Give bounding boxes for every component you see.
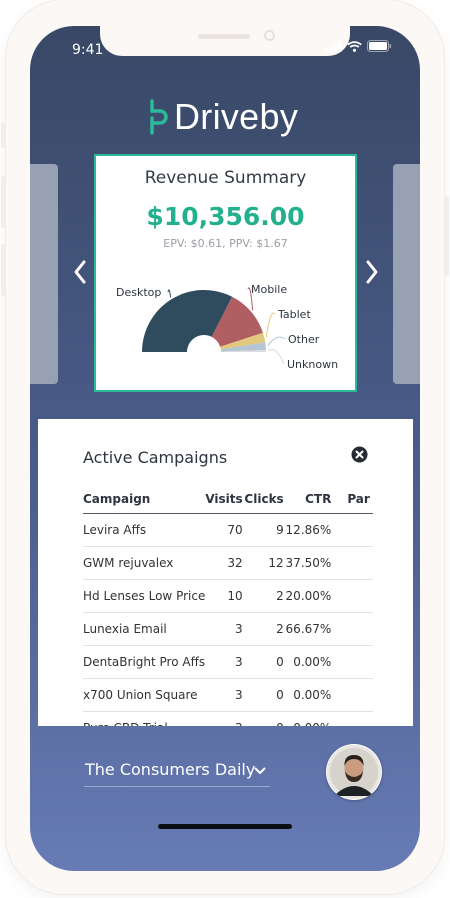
column-header-par[interactable]: Par [331, 489, 373, 514]
cell-campaign: DentaBright Pro Affs [83, 645, 206, 679]
table-row[interactable]: Levira Affs 70 9 12.86% [83, 513, 373, 547]
column-header-ctr[interactable]: CTR [283, 489, 332, 514]
cell-clicks: 12 [242, 546, 284, 580]
chevron-down-icon [254, 767, 266, 774]
side-button [1, 122, 5, 148]
cell-par [331, 513, 373, 547]
table-row[interactable]: DentaBright Pro Affs 3 0 0.00% [83, 645, 373, 679]
cell-ctr: 0.00% [283, 678, 332, 712]
cell-clicks: 2 [242, 579, 284, 613]
publisher-dropdown[interactable]: The Consumers Daily [84, 754, 270, 787]
status-time: 9:41 [72, 42, 104, 58]
phone-screen: 9:41 Driveby Revenue Summary $10,356.00 … [30, 26, 420, 871]
cell-campaign: Hd Lenses Low Price [83, 579, 206, 613]
publisher-name: The Consumers Daily [85, 760, 256, 779]
column-header-clicks[interactable]: Clicks [242, 489, 284, 514]
cell-ctr: 12.86% [283, 513, 332, 547]
cell-par [331, 711, 373, 726]
cell-ctr: 20.00% [283, 579, 332, 613]
cell-par [331, 579, 373, 613]
brand-name: Driveby [174, 96, 299, 137]
cell-ctr: 37.50% [283, 546, 332, 580]
battery-icon [367, 40, 392, 52]
prev-card-peek[interactable] [30, 164, 58, 384]
cell-campaign: Levira Affs [83, 513, 206, 547]
side-button [1, 176, 5, 228]
table-header-row: Campaign Visits Clicks CTR Par [83, 489, 373, 514]
column-header-campaign[interactable]: Campaign [83, 489, 206, 514]
camera [264, 30, 275, 41]
chevron-left-icon[interactable] [71, 258, 89, 286]
active-campaigns-panel: Active Campaigns Campaign Visits Clicks … [38, 419, 413, 726]
wifi-icon [347, 41, 362, 52]
cell-ctr: 66.67% [283, 612, 332, 646]
side-button [1, 244, 5, 296]
cell-clicks: 0 [242, 711, 284, 726]
chart-leader-line [265, 312, 276, 338]
user-avatar[interactable] [326, 744, 382, 800]
user-photo [327, 745, 381, 799]
table-row[interactable]: x700 Union Square 3 0 0.00% [83, 678, 373, 712]
chart-label-mobile: Mobile [251, 283, 287, 296]
cell-campaign: Lunexia Email [83, 612, 206, 646]
campaigns-table-wrapper[interactable]: Campaign Visits Clicks CTR Par Levira Af… [83, 489, 373, 726]
cell-par [331, 678, 373, 712]
side-button [445, 196, 449, 276]
chart-label-tablet: Tablet [277, 308, 311, 321]
cell-par [331, 612, 373, 646]
cell-visits: 70 [205, 513, 243, 547]
cell-clicks: 2 [242, 612, 284, 646]
status-icons [325, 40, 392, 52]
cell-campaign: x700 Union Square [83, 678, 206, 712]
chart-leader-line [167, 289, 172, 298]
revenue-summary-card: Revenue Summary $10,356.00 EPV: $0.61, P… [94, 154, 357, 392]
signal-icon [325, 41, 342, 52]
cell-visits: 3 [205, 678, 243, 712]
next-card-peek[interactable] [393, 164, 420, 384]
cell-ctr: 0.00% [283, 645, 332, 679]
chart-label-other: Other [288, 333, 320, 346]
cell-campaign: Pure CBD Trial [83, 711, 206, 726]
cell-par [331, 645, 373, 679]
cell-visits: 3 [205, 645, 243, 679]
cell-visits: 3 [205, 612, 243, 646]
cell-clicks: 0 [242, 645, 284, 679]
cell-campaign: GWM rejuvalex [83, 546, 206, 580]
table-row[interactable]: GWM rejuvalex 32 12 37.50% [83, 546, 373, 580]
close-icon[interactable] [351, 446, 368, 463]
column-header-visits[interactable]: Visits [205, 489, 243, 514]
chart-leader-line [267, 349, 285, 365]
campaigns-title: Active Campaigns [83, 448, 228, 467]
cell-visits: 32 [205, 546, 243, 580]
chevron-right-icon[interactable] [363, 258, 381, 286]
campaigns-table: Campaign Visits Clicks CTR Par Levira Af… [83, 489, 373, 726]
cell-visits: 10 [205, 579, 243, 613]
table-row[interactable]: Pure CBD Trial 3 0 0.00% [83, 711, 373, 726]
chart-label-desktop: Desktop [116, 286, 161, 299]
driveby-logo-icon [150, 99, 168, 135]
chart-label-unknown: Unknown [287, 358, 338, 371]
home-indicator [158, 824, 292, 829]
cell-visits: 3 [205, 711, 243, 726]
cell-ctr: 0.00% [283, 711, 332, 726]
speaker [198, 34, 250, 39]
cell-par [331, 546, 373, 580]
cell-clicks: 9 [242, 513, 284, 547]
chart-leader-line [267, 336, 286, 347]
brand-logo: Driveby [148, 96, 298, 138]
table-row[interactable]: Hd Lenses Low Price 10 2 20.00% [83, 579, 373, 613]
cell-clicks: 0 [242, 678, 284, 712]
notch [100, 26, 350, 56]
table-row[interactable]: Lunexia Email 3 2 66.67% [83, 612, 373, 646]
device-revenue-chart: Desktop Mobile Tablet Other Unknown [116, 283, 338, 371]
